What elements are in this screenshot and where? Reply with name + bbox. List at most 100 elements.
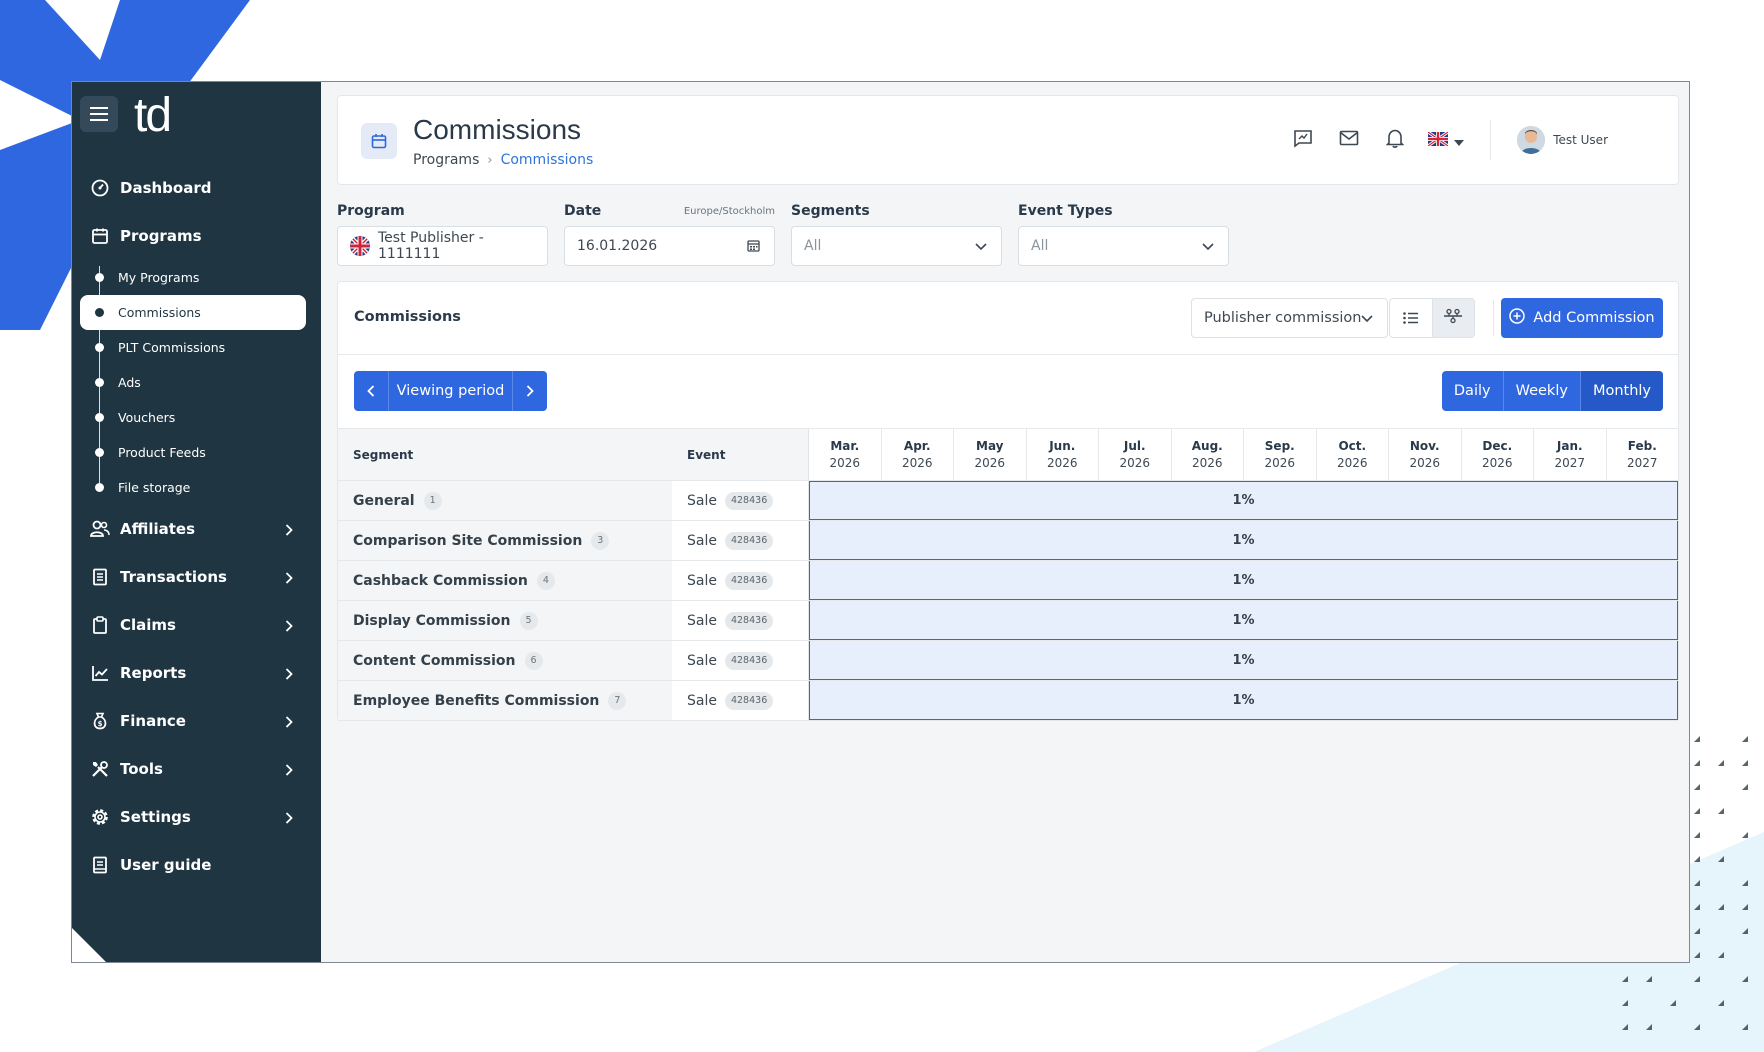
page-title: Commissions	[413, 114, 582, 145]
svg-text:$: $	[98, 720, 103, 728]
commission-value-cell[interactable]: 1%	[809, 561, 1678, 600]
user-menu[interactable]: Test User	[1517, 126, 1608, 154]
sidebar: td Dashboard Programs My Programs Commis…	[72, 82, 321, 962]
commissions-card-header: Commissions Publisher commission Add Com…	[338, 282, 1678, 355]
sidebar-item-tools[interactable]: Tools	[72, 745, 321, 793]
list-view-button[interactable]	[1390, 299, 1432, 337]
segment-cell[interactable]: Comparison Site Commission 3	[338, 521, 672, 560]
sidebar-item-programs[interactable]: Programs	[72, 212, 321, 260]
sidebar-item-finance[interactable]: $ Finance	[72, 697, 321, 745]
year-label: 2026	[1264, 455, 1296, 470]
commission-type-select[interactable]: Publisher commission	[1191, 298, 1388, 338]
sidebar-subitem-my-programs[interactable]: My Programs	[80, 260, 306, 295]
event-id-badge: 428436	[724, 651, 774, 670]
segment-name: Employee Benefits Commission	[353, 692, 600, 709]
event-cell[interactable]: Sale 428436	[672, 601, 809, 640]
commission-value-cell[interactable]: 1%	[809, 681, 1678, 720]
commission-value-cell[interactable]: 1%	[809, 601, 1678, 640]
program-value: Test Publisher - 1111111	[378, 230, 484, 262]
date-value: 16.01.2026	[577, 238, 658, 254]
year-label: 2026	[829, 455, 861, 470]
notifications-button[interactable]	[1372, 120, 1418, 160]
event-types-select[interactable]: All	[1018, 226, 1229, 266]
event-cell[interactable]: Sale 428436	[672, 641, 809, 680]
month-label: Jun.	[1049, 438, 1076, 453]
event-name: Sale	[687, 492, 717, 509]
hamburger-menu-button[interactable]	[80, 96, 118, 132]
month-label: Sep.	[1264, 438, 1295, 453]
year-label: 2027	[1626, 455, 1658, 470]
segment-count-badge: 1	[423, 491, 442, 510]
event-id-badge: 428436	[724, 571, 774, 590]
feedback-icon	[1293, 128, 1313, 152]
language-dropdown[interactable]	[1427, 130, 1465, 150]
breadcrumb-programs[interactable]: Programs	[413, 152, 479, 168]
header-tools: Test User	[1280, 96, 1678, 184]
commission-value-cell[interactable]: 1%	[809, 521, 1678, 560]
sidebar-subitem-file-storage[interactable]: File storage	[80, 470, 306, 505]
segment-cell[interactable]: Employee Benefits Commission 7	[338, 681, 672, 720]
messages-button[interactable]	[1326, 120, 1372, 160]
segment-cell[interactable]: Cashback Commission 4	[338, 561, 672, 600]
chevron-down-icon	[975, 239, 987, 255]
date-input[interactable]: 16.01.2026	[564, 226, 775, 266]
cookie-settings-corner[interactable]	[72, 928, 106, 962]
calendar-icon[interactable]	[747, 239, 760, 256]
segment-count-badge: 5	[519, 611, 538, 630]
event-cell[interactable]: Sale 428436	[672, 681, 809, 720]
chevron-down-icon	[1202, 239, 1214, 255]
next-period-button[interactable]	[513, 371, 547, 411]
month-label: Apr.	[903, 438, 931, 453]
sidebar-item-user-guide[interactable]: User guide	[72, 841, 321, 889]
program-select[interactable]: Test Publisher - 1111111	[337, 226, 548, 266]
programs-icon	[90, 226, 110, 246]
month-label: Nov.	[1409, 438, 1440, 453]
range-monthly-button[interactable]: Monthly	[1579, 371, 1663, 411]
sidebar-subitem-product-feeds[interactable]: Product Feeds	[80, 435, 306, 470]
main-content: Commissions Programs › Commissions Test …	[321, 82, 1689, 962]
sidebar-subitem-plt-commissions[interactable]: PLT Commissions	[80, 330, 306, 365]
viewing-period-button[interactable]: Viewing period	[388, 371, 513, 411]
sidebar-item-reports[interactable]: Reports	[72, 649, 321, 697]
segment-cell[interactable]: General 1	[338, 481, 672, 520]
commission-value-cell[interactable]: 1%	[809, 481, 1678, 520]
range-weekly-button[interactable]: Weekly	[1502, 371, 1580, 411]
month-label: Mar.	[830, 438, 860, 453]
sidebar-item-transactions[interactable]: Transactions	[72, 553, 321, 601]
claims-icon	[90, 615, 110, 635]
feedback-button[interactable]	[1280, 120, 1326, 160]
sidebar-item-claims[interactable]: Claims	[72, 601, 321, 649]
add-commission-button[interactable]: Add Commission	[1501, 298, 1663, 338]
segment-cell[interactable]: Content Commission 6	[338, 641, 672, 680]
sidebar-subitem-vouchers[interactable]: Vouchers	[80, 400, 306, 435]
table-row: General 1 Sale 428436 1%	[338, 481, 1678, 521]
month-label: Feb.	[1627, 438, 1657, 453]
month-label: Jan.	[1556, 438, 1583, 453]
sidebar-item-dashboard[interactable]: Dashboard	[72, 164, 321, 212]
breadcrumb-commissions[interactable]: Commissions	[501, 152, 594, 168]
filters-bar: Program Test Publisher - 1111111 Date Eu…	[337, 203, 1679, 266]
filter-label: Segments	[791, 203, 870, 219]
logo[interactable]: td	[134, 88, 172, 143]
filter-label: Event Types	[1018, 203, 1113, 219]
sidebar-item-label: Finance	[120, 712, 186, 730]
sidebar-item-settings[interactable]: Settings	[72, 793, 321, 841]
segments-select[interactable]: All	[791, 226, 1002, 266]
previous-period-button[interactable]	[354, 371, 388, 411]
month-header: Sep. 2026	[1243, 429, 1316, 480]
event-cell[interactable]: Sale 428436	[672, 481, 809, 520]
chevron-down-icon	[1361, 311, 1373, 327]
table-row: Employee Benefits Commission 7 Sale 428436 1…	[338, 681, 1678, 721]
event-cell[interactable]: Sale 428436	[672, 561, 809, 600]
segment-cell[interactable]: Display Commission 5	[338, 601, 672, 640]
timeline-view-button[interactable]	[1431, 299, 1474, 337]
commission-value-cell[interactable]: 1%	[809, 641, 1678, 680]
column-header-segment: Segment	[353, 447, 414, 462]
month-header: Apr. 2026	[880, 429, 954, 480]
range-daily-button[interactable]: Daily	[1442, 371, 1503, 411]
event-cell[interactable]: Sale 428436	[672, 521, 809, 560]
chevron-right-icon	[285, 522, 293, 540]
sidebar-subitem-commissions[interactable]: Commissions	[80, 295, 306, 330]
sidebar-subitem-ads[interactable]: Ads	[80, 365, 306, 400]
sidebar-item-affiliates[interactable]: Affiliates	[72, 505, 321, 553]
